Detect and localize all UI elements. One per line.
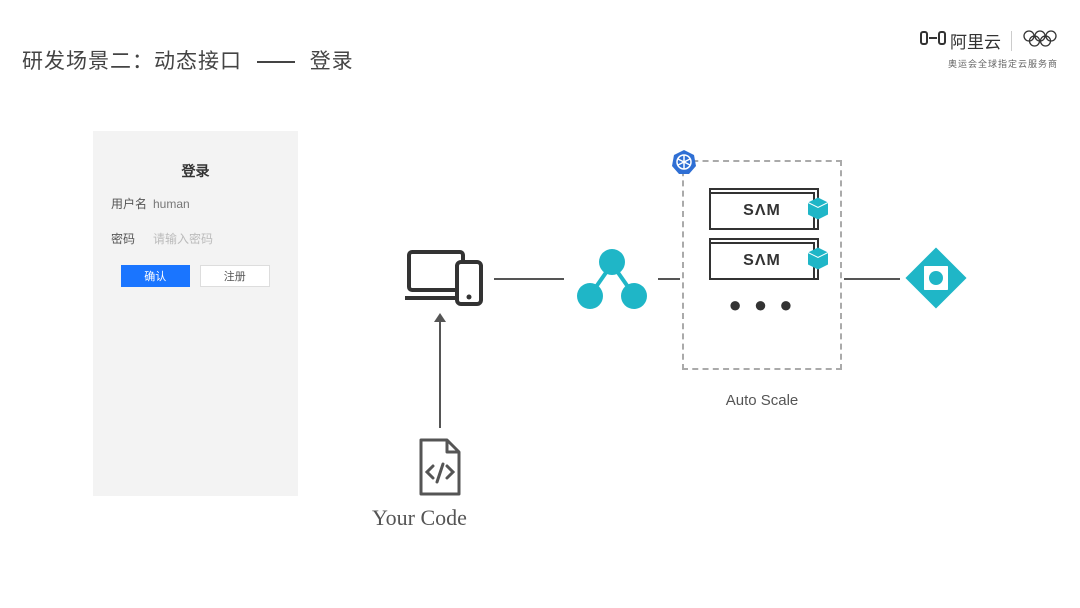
password-input[interactable]: 请输入密码 [153,230,213,247]
your-code-label: Your Code [372,505,467,531]
page-title: 研发场景二：动态接口 登录 [22,45,354,75]
code-file-icon [415,438,465,501]
brand-top: 阿里云 [920,28,1058,53]
register-button[interactable]: 注册 [200,265,271,287]
cube-icon [807,197,829,226]
password-label: 密码 [111,230,153,247]
sam-label: SΛM [743,202,781,220]
architecture-diagram: Your Code SΛM SΛM ● ● ● Auto Scale [380,150,1060,570]
sam-stack: SΛM SΛM ● ● ● [684,162,840,318]
brand-subtitle: 奥运会全球指定云服务商 [920,57,1058,70]
brand-separator [1011,31,1012,51]
brand-name: 阿里云 [950,28,1001,53]
username-input[interactable]: human [153,197,190,211]
ellipsis-dots: ● ● ● [728,292,795,318]
auto-scale-label: Auto Scale [684,392,840,409]
auto-scale-group: SΛM SΛM ● ● ● Auto Scale [682,160,842,370]
title-separator [257,61,295,63]
title-topic: 登录 [310,50,354,73]
load-balancer-icon [575,248,649,315]
sam-instance: SΛM [709,192,815,230]
login-card: 登录 用户名 human 密码 请输入密码 确认 注册 [93,131,298,496]
brand-block: 阿里云 奥运会全球指定云服务商 [920,28,1058,70]
client-devices-icon [405,248,487,315]
connector-vertical [439,318,441,428]
login-buttons: 确认 注册 [93,265,298,287]
brand-logo-icon [920,29,946,52]
connector-line [658,278,680,280]
sam-instance: SΛM [709,242,815,280]
connector-line [494,278,564,280]
confirm-button[interactable]: 确认 [121,265,190,287]
title-scenario: 研发场景二：动态接口 [22,50,242,73]
connector-line [844,278,900,280]
olympics-icon [1022,29,1058,52]
login-title: 登录 [93,161,298,181]
password-row: 密码 请输入密码 [93,226,298,251]
service-node-icon [905,247,967,314]
cube-icon [807,247,829,276]
kubernetes-icon [670,148,698,181]
username-label: 用户名 [111,195,153,212]
username-row: 用户名 human [93,191,298,216]
sam-label: SΛM [743,252,781,270]
